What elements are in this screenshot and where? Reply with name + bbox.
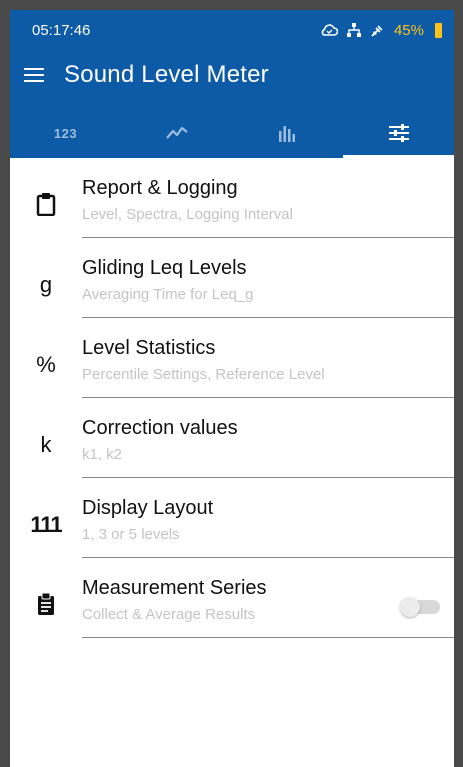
list-item-body: Measurement Series Collect & Average Res… — [82, 570, 454, 638]
measurement-series-toggle[interactable] — [400, 597, 440, 617]
list-item-title: Measurement Series — [82, 577, 267, 599]
list-item-subtitle: Collect & Average Results — [82, 606, 256, 623]
list-item-body: Level Statistics Percentile Settings, Re… — [82, 330, 454, 398]
list-item-subtitle: 1, 3 or 5 levels — [82, 526, 180, 543]
list-item-body: Gliding Leq Levels Averaging Time for Le… — [82, 250, 454, 318]
list-item-title: Report & Logging — [82, 177, 238, 199]
battery-percent: 45% — [393, 21, 424, 39]
cloud-sync-icon — [321, 24, 338, 36]
list-item-title: Level Statistics — [82, 337, 216, 359]
tab-bar: 123 — [10, 108, 454, 158]
list-item-body: Display Layout 1, 3 or 5 levels — [82, 490, 454, 558]
phone-screen: 05:17:46 45% Sound Level Meter 123 Repor… — [10, 10, 454, 767]
app-title: Sound Level Meter — [64, 61, 269, 88]
list-item-report-logging[interactable]: Report & Logging Level, Spectra, Logging… — [10, 170, 454, 250]
list-item-display-layout[interactable]: 111 Display Layout 1, 3 or 5 levels — [10, 490, 454, 570]
probe-icon — [371, 24, 383, 37]
status-bar: 05:17:46 45% — [10, 10, 454, 50]
app-header: 05:17:46 45% Sound Level Meter 123 — [10, 10, 454, 158]
spectrum-bars-icon — [278, 126, 295, 142]
list-item-title: Correction values — [82, 417, 238, 439]
tab-numeric-label: 123 — [53, 125, 78, 141]
battery-icon — [435, 22, 442, 38]
list-item-subtitle: Averaging Time for Leq_g — [82, 286, 254, 303]
display-layout-icon: 111 — [30, 512, 62, 537]
list-item-level-statistics[interactable]: % Level Statistics Percentile Settings, … — [10, 330, 454, 410]
tab-settings[interactable] — [343, 108, 454, 158]
settings-sliders-icon — [388, 124, 409, 142]
list-item-title: Display Layout — [82, 497, 214, 519]
clipboard-icon — [10, 170, 82, 216]
k-letter-icon: k — [40, 432, 52, 457]
list-item-gliding-leq[interactable]: g Gliding Leq Levels Averaging Time for … — [10, 250, 454, 330]
settings-list: Report & Logging Level, Spectra, Logging… — [10, 158, 454, 650]
status-time: 05:17:46 — [32, 21, 91, 39]
list-item-subtitle: Level, Spectra, Logging Interval — [82, 206, 293, 223]
list-item-subtitle: k1, k2 — [82, 446, 123, 463]
list-item-measurement-series[interactable]: Measurement Series Collect & Average Res… — [10, 570, 454, 650]
tab-numeric[interactable]: 123 — [10, 108, 121, 158]
list-item-body: Correction values k1, k2 — [82, 410, 454, 478]
percent-icon: % — [36, 352, 56, 377]
list-item-body: Report & Logging Level, Spectra, Logging… — [82, 170, 454, 238]
network-icon — [346, 23, 361, 37]
list-item-title: Gliding Leq Levels — [82, 257, 247, 279]
line-chart-icon — [165, 126, 188, 139]
app-bar: Sound Level Meter — [10, 50, 454, 100]
clipboard-list-icon — [10, 570, 82, 616]
status-icons: 45% — [320, 22, 442, 39]
menu-icon[interactable] — [24, 68, 44, 82]
toggle-knob — [400, 597, 420, 617]
list-item-correction-values[interactable]: k Correction values k1, k2 — [10, 410, 454, 490]
tab-spectrum[interactable] — [232, 108, 343, 158]
g-letter-icon: g — [39, 272, 53, 297]
list-item-subtitle: Percentile Settings, Reference Level — [82, 366, 325, 383]
tab-graph[interactable] — [121, 108, 232, 158]
